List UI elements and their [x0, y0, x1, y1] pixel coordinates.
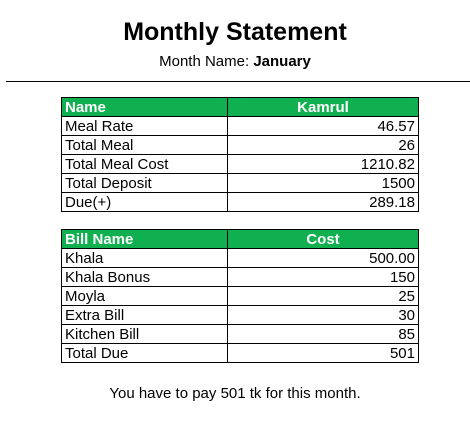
summary-header-person: Kamrul [227, 97, 419, 117]
row-value: 85 [227, 324, 419, 344]
summary-table: Name Kamrul Meal Rate 46.57 Total Meal 2… [61, 97, 419, 212]
row-label: Total Meal Cost [61, 154, 228, 174]
row-label: Total Due [61, 343, 228, 363]
bills-header-row: Bill Name Cost [61, 229, 419, 249]
summary-header-row: Name Kamrul [61, 97, 419, 117]
row-label: Due(+) [61, 192, 228, 212]
table-row: Total Meal Cost 1210.82 [61, 154, 419, 174]
month-label: Month Name: [159, 53, 250, 70]
table-row: Meal Rate 46.57 [61, 116, 419, 136]
row-value: 501 [227, 343, 419, 363]
row-value: 1500 [227, 173, 419, 193]
table-row: Khala 500.00 [61, 248, 419, 268]
table-row: Kitchen Bill 85 [61, 324, 419, 344]
row-label: Khala Bonus [61, 267, 228, 287]
row-value: 289.18 [227, 192, 419, 212]
row-value: 30 [227, 305, 419, 325]
row-label: Khala [61, 248, 228, 268]
month-value: January [253, 53, 311, 70]
row-label: Total Deposit [61, 173, 228, 193]
table-row: Due(+) 289.18 [61, 192, 419, 212]
row-value: 500.00 [227, 248, 419, 268]
divider [6, 81, 470, 82]
table-row: Total Meal 26 [61, 135, 419, 155]
row-label: Extra Bill [61, 305, 228, 325]
month-line: Month Name: January [0, 52, 470, 72]
table-row-total: Total Due 501 [61, 343, 419, 363]
table-row: Khala Bonus 150 [61, 267, 419, 287]
bills-table: Bill Name Cost Khala 500.00 Khala Bonus … [61, 229, 419, 363]
row-label: Meal Rate [61, 116, 228, 136]
row-label: Kitchen Bill [61, 324, 228, 344]
row-value: 150 [227, 267, 419, 287]
row-value: 26 [227, 135, 419, 155]
summary-header-name: Name [61, 97, 228, 117]
row-label: Moyla [61, 286, 228, 306]
row-value: 1210.82 [227, 154, 419, 174]
table-row: Total Deposit 1500 [61, 173, 419, 193]
bills-header-name: Bill Name [61, 229, 228, 249]
row-value: 25 [227, 286, 419, 306]
payment-note: You have to pay 501 tk for this month. [109, 385, 361, 402]
row-value: 46.57 [227, 116, 419, 136]
row-label: Total Meal [61, 135, 228, 155]
bills-header-cost: Cost [227, 229, 419, 249]
table-row: Moyla 25 [61, 286, 419, 306]
table-row: Extra Bill 30 [61, 305, 419, 325]
page-title: Monthly Statement [123, 18, 347, 46]
